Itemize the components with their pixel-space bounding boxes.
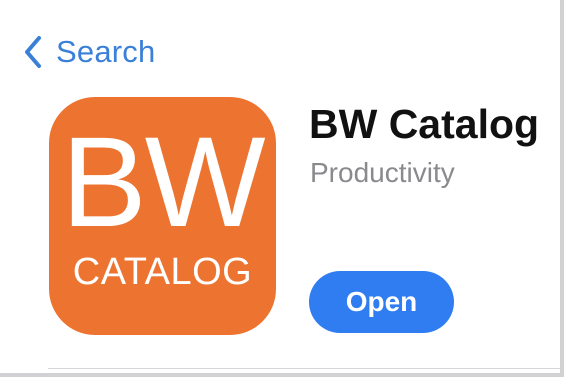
app-icon[interactable]: BW CATALOG	[49, 97, 276, 335]
app-title: BW Catalog	[309, 101, 540, 147]
app-icon-logo-subtext: CATALOG	[72, 251, 253, 293]
app-store-screen: Search BW CATALOG BW Catalog Productivit…	[0, 0, 564, 377]
app-icon-logo-text: BW	[61, 111, 265, 254]
back-button-label: Search	[56, 34, 156, 69]
open-button[interactable]: Open	[309, 271, 454, 333]
chevron-left-icon	[24, 35, 42, 69]
divider	[48, 368, 560, 369]
app-category[interactable]: Productivity	[310, 157, 455, 189]
back-button[interactable]: Search	[24, 30, 155, 74]
